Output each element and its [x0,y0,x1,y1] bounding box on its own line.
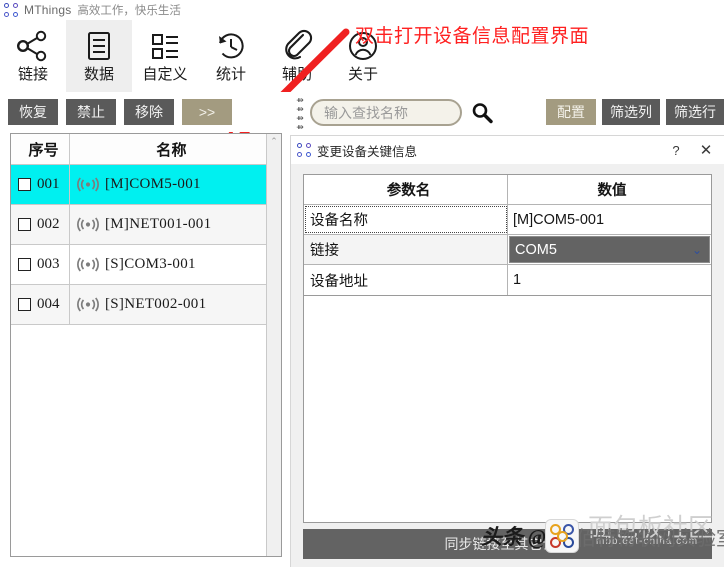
row-index-label: 004 [37,296,60,312]
device-info-dialog: 变更设备关键信息 ? ✕ 参数名 数值 设备名称 [M]COM5-001 链接 … [290,135,724,567]
chevron-down-icon: ⌄ [691,242,702,257]
row-name-cell: [M]COM5-001 [70,165,266,204]
app-slogan: 高效工作，快乐生活 [77,5,181,17]
grip-mark: ⇻ [296,94,304,105]
help-button[interactable]: ? [664,140,688,160]
search-input[interactable] [310,99,462,126]
param-table: 参数名 数值 设备名称 [M]COM5-001 链接 COM5 ⌄ 设备地址 1 [303,174,712,296]
row-index-cell: 003 [11,245,70,284]
signal-broadcast-icon [77,177,99,192]
more-button[interactable]: >> [182,99,232,125]
list-scrollbar[interactable]: ⌃ [266,134,281,556]
param-header-name: 参数名 [304,175,508,204]
link-select-value: COM5 [515,241,557,258]
row-checkbox[interactable] [18,178,31,191]
row-index-label: 002 [37,216,60,232]
tab-label: 辅助 [281,66,312,83]
column-header-name: 名称 [156,141,187,159]
param-key: 设备名称 [304,205,508,234]
param-row-device-address[interactable]: 设备地址 1 [304,265,711,295]
column-header-index: 序号 [11,134,70,164]
param-key: 设备地址 [304,265,508,295]
signal-broadcast-icon [77,257,99,272]
paperclip-icon [280,26,314,66]
filter-column-button[interactable]: 筛选列 [602,99,660,125]
tab-assist[interactable]: 辅助 [264,20,330,92]
param-header-value: 数值 [508,175,711,204]
device-list-panel: 序号 名称 001 [M]COM5-001 002 [M]NET001-001 … [10,133,282,557]
row-index-cell: 004 [11,285,70,324]
table-row[interactable]: 004 [S]NET002-001 [11,285,266,325]
grip-mark: ⇻ [296,103,304,114]
row-index-label: 001 [37,176,60,192]
dialog-titlebar: 变更设备关键信息 ? ✕ [291,136,724,164]
device-address-field[interactable]: 1 [508,265,711,295]
grip-mark: ⇻ [296,112,304,123]
tab-statistics[interactable]: 统计 [198,20,264,92]
row-index-cell: 002 [11,205,70,244]
table-row[interactable]: 002 [M]NET001-001 [11,205,266,245]
grip-mark: ⇻ [296,121,304,132]
search-area [310,99,494,126]
param-row-link[interactable]: 链接 COM5 ⌄ [304,235,711,265]
app-name: MThings [24,3,72,17]
signal-broadcast-icon [77,297,99,312]
tab-data[interactable]: 数据 [66,20,132,92]
row-index-label: 003 [37,256,60,272]
table-row[interactable]: 001 [M]COM5-001 [11,165,266,205]
param-key: 链接 [304,235,508,264]
row-name-label: [M]COM5-001 [105,176,201,192]
row-checkbox[interactable] [18,218,31,231]
table-row[interactable]: 003 [S]COM3-001 [11,245,266,285]
device-name-field[interactable]: [M]COM5-001 [508,205,711,234]
dialog-body: 参数名 数值 设备名称 [M]COM5-001 链接 COM5 ⌄ 设备地址 1… [291,164,724,567]
configure-button[interactable]: 配置 [546,99,596,125]
dialog-title: 变更设备关键信息 [317,144,418,159]
row-name-cell: [S]NET002-001 [70,285,266,324]
row-name-label: [S]NET002-001 [105,296,207,312]
sync-link-button[interactable]: 同步链接至其它设备 [303,529,712,559]
filter-row-button[interactable]: 筛选行 [666,99,724,125]
table-header-row: 序号 名称 [11,134,266,165]
signal-broadcast-icon [77,217,99,232]
mthings-logo-icon [4,3,18,17]
row-name-cell: [S]COM3-001 [70,245,266,284]
param-header-row: 参数名 数值 [304,175,711,205]
tab-label: 数据 [83,66,114,83]
row-name-cell: [M]NET001-001 [70,205,266,244]
annotation-text: 双击打开设备信息配置界面 [355,26,590,47]
clock-history-icon [214,26,248,66]
filter-toolbar: 配置 筛选列 筛选行 [540,99,724,125]
chevron-up-icon[interactable]: ⌃ [270,137,278,146]
device-list: 序号 名称 001 [M]COM5-001 002 [M]NET001-001 … [11,134,266,556]
row-checkbox[interactable] [18,298,31,311]
tab-label: 关于 [347,66,378,83]
tab-label: 统计 [215,66,246,83]
restore-button[interactable]: 恢复 [8,99,58,125]
row-checkbox[interactable] [18,258,31,271]
list-document-icon [82,26,116,66]
row-name-label: [S]COM3-001 [105,256,196,272]
tab-link[interactable]: 链接 [0,20,66,92]
row-index-cell: 001 [11,165,70,204]
mthings-logo-icon [297,143,311,157]
search-icon[interactable] [470,101,494,125]
disable-button[interactable]: 禁止 [66,99,116,125]
link-select[interactable]: COM5 ⌄ [509,236,710,263]
row-name-label: [M]NET001-001 [105,216,212,232]
param-row-device-name[interactable]: 设备名称 [M]COM5-001 [304,205,711,235]
app-window: MThings 高效工作，快乐生活 链接 数据 自定义 统计 辅助 关于 双击打… [0,0,724,567]
share-nodes-icon [16,26,50,66]
titlebar: MThings 高效工作，快乐生活 [0,0,724,20]
tab-label: 自定义 [142,66,188,83]
tab-label: 链接 [17,66,48,83]
tab-custom[interactable]: 自定义 [132,20,198,92]
splitter-grip-icon[interactable]: ⇻ ⇻ ⇻ ⇻ [294,95,306,131]
remove-button[interactable]: 移除 [124,99,174,125]
layout-blocks-icon [148,26,182,66]
close-icon[interactable]: ✕ [694,140,718,160]
param-table-empty-area [303,296,712,523]
